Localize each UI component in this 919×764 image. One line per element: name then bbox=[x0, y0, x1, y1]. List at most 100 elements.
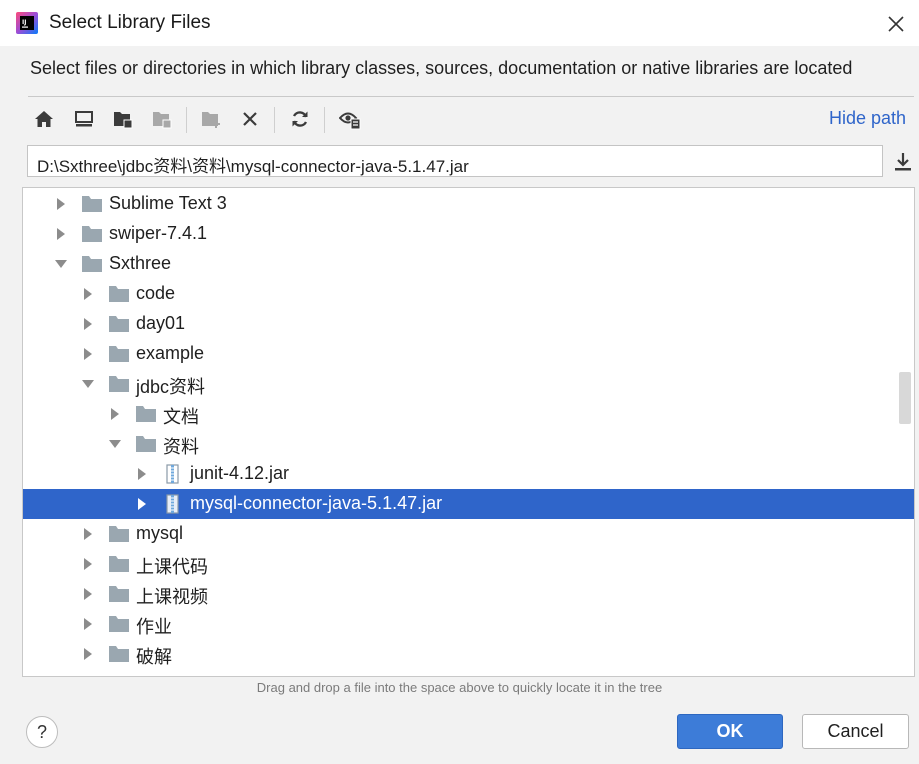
show-hidden-button[interactable] bbox=[336, 103, 364, 135]
tree-item-label: Sublime Text 3 bbox=[109, 193, 227, 213]
module-folder-icon bbox=[153, 112, 172, 129]
expand-right-icon[interactable] bbox=[81, 647, 95, 661]
tree-item-folder[interactable]: 作业 bbox=[23, 609, 914, 639]
expand-down-icon[interactable] bbox=[54, 257, 68, 271]
expand-right-icon[interactable] bbox=[81, 617, 95, 631]
tree-item-jar[interactable]: junit-4.12.jar bbox=[23, 459, 914, 489]
refresh-icon bbox=[292, 111, 308, 127]
project-folder-icon bbox=[114, 112, 133, 129]
hide-path-link[interactable]: Hide path bbox=[829, 108, 906, 129]
ok-button[interactable]: OK bbox=[677, 714, 783, 749]
project-folder-button[interactable] bbox=[109, 103, 137, 135]
file-tree[interactable]: Sublime Text 3 swiper-7.4.1 Sxthree code day… bbox=[22, 187, 915, 677]
show-hidden-icon bbox=[339, 112, 361, 130]
folder-icon bbox=[109, 316, 129, 332]
drag-drop-hint: Drag and drop a file into the space abov… bbox=[256, 680, 663, 695]
help-button[interactable]: ? bbox=[26, 716, 58, 748]
divider bbox=[28, 96, 914, 97]
expand-right-icon[interactable] bbox=[135, 467, 149, 481]
tree-item-label: 上课视频 bbox=[136, 587, 208, 607]
tree-item-folder[interactable]: mysql bbox=[23, 519, 914, 549]
new-folder-icon bbox=[202, 112, 220, 128]
folder-icon bbox=[82, 256, 102, 272]
tree-item-folder[interactable]: 资料 bbox=[23, 429, 914, 459]
expand-down-icon[interactable] bbox=[81, 377, 95, 391]
toolbar-separator bbox=[274, 107, 275, 133]
home-icon bbox=[35, 111, 53, 127]
tree-item-folder[interactable]: Sxthree bbox=[23, 249, 914, 279]
tree-item-label: 资料 bbox=[163, 437, 199, 457]
expand-right-icon[interactable] bbox=[135, 497, 149, 511]
cancel-button[interactable]: Cancel bbox=[802, 714, 909, 749]
folder-icon bbox=[82, 226, 102, 242]
folder-icon bbox=[136, 436, 156, 452]
expand-right-icon[interactable] bbox=[81, 587, 95, 601]
tree-item-label: 作业 bbox=[136, 617, 172, 637]
tree-item-label: junit-4.12.jar bbox=[190, 463, 290, 483]
tree-item-jar[interactable]: mysql-connector-java-5.1.47.jar bbox=[23, 489, 914, 519]
tree-item-folder[interactable]: 上课代码 bbox=[23, 549, 914, 579]
expand-right-icon[interactable] bbox=[81, 287, 95, 301]
expand-right-icon[interactable] bbox=[81, 557, 95, 571]
tree-item-label: day01 bbox=[136, 313, 186, 333]
tree-item-label: 破解 bbox=[136, 647, 172, 667]
folder-icon bbox=[109, 616, 129, 632]
tree-item-label: code bbox=[136, 283, 176, 303]
expand-right-icon[interactable] bbox=[54, 227, 68, 241]
new-folder-button[interactable] bbox=[197, 103, 225, 135]
home-button[interactable] bbox=[30, 103, 58, 135]
svg-text:IJ: IJ bbox=[22, 19, 26, 26]
expand-right-icon[interactable] bbox=[108, 407, 122, 421]
tree-item-label: 上课代码 bbox=[136, 557, 208, 577]
path-input[interactable]: D:\Sxthree\jdbc资料\资料\mysql-connector-jav… bbox=[27, 145, 883, 177]
folder-icon bbox=[82, 196, 102, 212]
tree-item-label: example bbox=[136, 343, 205, 363]
title-bar: IJ Select Library Files bbox=[0, 0, 919, 46]
close-icon[interactable] bbox=[884, 12, 908, 36]
tree-item-folder[interactable]: Sublime Text 3 bbox=[23, 189, 914, 219]
tree-item-label: mysql bbox=[136, 523, 184, 543]
desktop-icon bbox=[75, 111, 93, 127]
folder-icon bbox=[109, 346, 129, 362]
jar-icon bbox=[166, 464, 179, 484]
dialog-description: Select files or directories in which lib… bbox=[30, 58, 853, 78]
dialog-title: Select Library Files bbox=[49, 12, 211, 33]
delete-button[interactable] bbox=[236, 103, 264, 135]
tree-item-folder[interactable]: example bbox=[23, 339, 914, 369]
tree-item-label: Sxthree bbox=[109, 253, 172, 273]
tree-item-label: mysql-connector-java-5.1.47.jar bbox=[190, 493, 443, 513]
tree-item-label: swiper-7.4.1 bbox=[109, 223, 208, 243]
delete-icon bbox=[243, 112, 257, 126]
intellij-app-icon: IJ bbox=[16, 12, 38, 34]
tree-item-folder[interactable]: jdbc资料 bbox=[23, 369, 914, 399]
expand-down-icon[interactable] bbox=[108, 437, 122, 451]
expand-right-icon[interactable] bbox=[81, 527, 95, 541]
tree-item-label: jdbc资料 bbox=[136, 377, 206, 397]
jar-icon bbox=[166, 494, 179, 514]
expand-right-icon[interactable] bbox=[81, 347, 95, 361]
tree-scrollbar[interactable] bbox=[899, 372, 911, 424]
tree-item-folder[interactable]: code bbox=[23, 279, 914, 309]
folder-icon bbox=[109, 586, 129, 602]
tree-item-folder[interactable]: day01 bbox=[23, 309, 914, 339]
toolbar-separator bbox=[324, 107, 325, 133]
tree-item-folder[interactable]: 上课视频 bbox=[23, 579, 914, 609]
tree-item-folder[interactable]: 破解 bbox=[23, 639, 914, 669]
tree-item-folder[interactable]: swiper-7.4.1 bbox=[23, 219, 914, 249]
path-input-value: D:\Sxthree\jdbc资料\资料\mysql-connector-jav… bbox=[37, 157, 469, 176]
toolbar-separator bbox=[186, 107, 187, 133]
folder-icon bbox=[109, 286, 129, 302]
expand-right-icon[interactable] bbox=[81, 317, 95, 331]
download-icon[interactable] bbox=[891, 150, 915, 174]
module-folder-button[interactable] bbox=[148, 103, 176, 135]
folder-icon bbox=[109, 646, 129, 662]
folder-icon bbox=[136, 406, 156, 422]
desktop-button[interactable] bbox=[70, 103, 98, 135]
folder-icon bbox=[109, 556, 129, 572]
expand-right-icon[interactable] bbox=[54, 197, 68, 211]
folder-icon bbox=[109, 376, 129, 392]
refresh-button[interactable] bbox=[286, 103, 314, 135]
folder-icon bbox=[109, 526, 129, 542]
tree-item-folder[interactable]: 文档 bbox=[23, 399, 914, 429]
tree-item-label: 文档 bbox=[163, 407, 199, 427]
